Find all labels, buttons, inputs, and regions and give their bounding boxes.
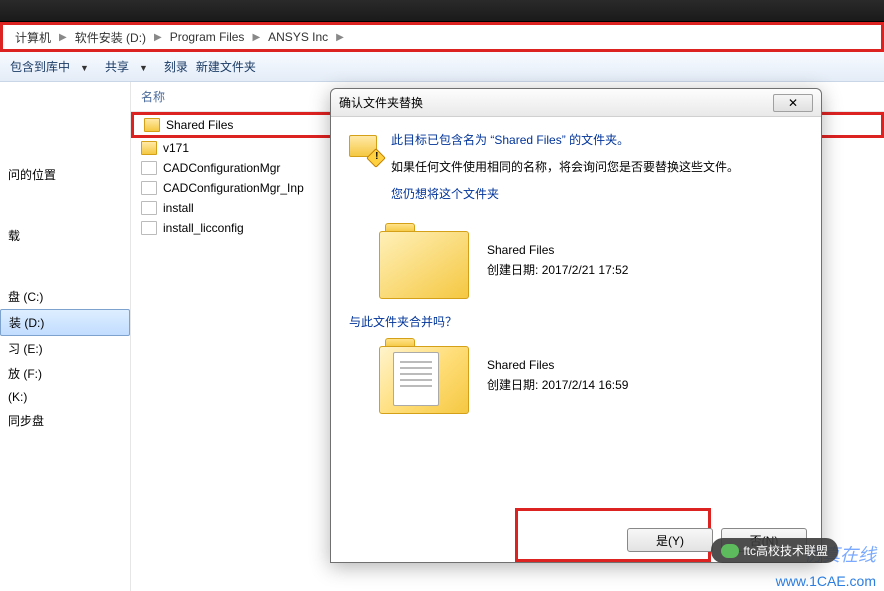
nav-drive[interactable]: 同步盘 bbox=[0, 408, 130, 433]
dialog-title-text: 确认文件夹替换 bbox=[339, 94, 423, 111]
folder-icon bbox=[144, 118, 160, 132]
nav-drive[interactable]: (K:) bbox=[0, 386, 130, 408]
file-name: v171 bbox=[163, 141, 189, 155]
include-library-button[interactable]: 包含到库中▼ bbox=[10, 58, 97, 75]
file-icon bbox=[141, 201, 157, 215]
folder-name: Shared Files bbox=[487, 241, 628, 260]
nav-drive[interactable]: 放 (F:) bbox=[0, 361, 130, 386]
file-name: Shared Files bbox=[166, 118, 233, 132]
nav-downloads[interactable]: 载 bbox=[0, 223, 130, 248]
folder-open-icon bbox=[379, 338, 469, 414]
file-icon bbox=[141, 221, 157, 235]
close-button[interactable]: ✕ bbox=[773, 94, 813, 112]
folder-name: Shared Files bbox=[487, 356, 628, 375]
breadcrumb-item[interactable]: 计算机 bbox=[11, 27, 55, 48]
file-icon bbox=[141, 181, 157, 195]
chevron-right-icon: ▶ bbox=[248, 32, 264, 43]
dialog-titlebar[interactable]: 确认文件夹替换 ✕ bbox=[331, 89, 821, 117]
chevron-right-icon: ▶ bbox=[150, 32, 166, 43]
folder-large-icon bbox=[379, 223, 469, 299]
nav-drive[interactable]: 盘 (C:) bbox=[0, 284, 130, 309]
dialog-body: 此目标已包含名为 “Shared Files” 的文件夹。 如果任何文件使用相同… bbox=[331, 117, 821, 436]
dialog-message: 此目标已包含名为 “Shared Files” 的文件夹。 如果任何文件使用相同… bbox=[391, 131, 803, 213]
confirm-replace-dialog: 确认文件夹替换 ✕ 此目标已包含名为 “Shared Files” 的文件夹。 … bbox=[330, 88, 822, 563]
address-bar[interactable]: 计算机 ▶ 软件安装 (D:) ▶ Program Files ▶ ANSYS … bbox=[0, 22, 884, 52]
burn-button[interactable]: 刻录 bbox=[164, 58, 188, 75]
new-folder-button[interactable]: 新建文件夹 bbox=[196, 58, 256, 75]
file-name: install_licconfig bbox=[163, 221, 244, 235]
target-folder-block: Shared Files 创建日期: 2017/2/14 16:59 bbox=[379, 338, 803, 414]
nav-drive[interactable]: 习 (E:) bbox=[0, 336, 130, 361]
overlay-url: www.1CAE.com bbox=[776, 573, 876, 589]
warning-folder-icon bbox=[349, 131, 381, 163]
explorer-toolbar: 包含到库中▼ 共享▼ 刻录 新建文件夹 bbox=[0, 52, 884, 82]
overlay-badge: ftc高校技术联盟 bbox=[711, 538, 838, 563]
yes-button[interactable]: 是(Y) bbox=[627, 528, 713, 552]
breadcrumb-item[interactable]: ANSYS Inc bbox=[264, 28, 332, 46]
chevron-right-icon: ▶ bbox=[55, 32, 71, 43]
file-name: CADConfigurationMgr bbox=[163, 161, 280, 175]
file-name: install bbox=[163, 201, 194, 215]
breadcrumb-item[interactable]: 软件安装 (D:) bbox=[71, 27, 150, 48]
nav-drive-selected[interactable]: 装 (D:) bbox=[0, 309, 130, 336]
merge-question: 与此文件夹合并吗？ bbox=[349, 313, 803, 330]
file-name: CADConfigurationMgr_Inp bbox=[163, 181, 304, 195]
chat-icon bbox=[721, 544, 739, 558]
nav-tree[interactable]: 问的位置 载 盘 (C:) 装 (D:) 习 (E:) 放 (F:) (K:) … bbox=[0, 82, 130, 591]
share-button[interactable]: 共享▼ bbox=[105, 58, 156, 75]
nav-recent[interactable]: 问的位置 bbox=[0, 162, 130, 187]
folder-icon bbox=[141, 141, 157, 155]
file-icon bbox=[141, 161, 157, 175]
source-folder-block: Shared Files 创建日期: 2017/2/21 17:52 bbox=[379, 223, 803, 299]
breadcrumb-item[interactable]: Program Files bbox=[166, 28, 249, 46]
chevron-right-icon: ▶ bbox=[332, 32, 348, 43]
window-titlebar bbox=[0, 0, 884, 22]
